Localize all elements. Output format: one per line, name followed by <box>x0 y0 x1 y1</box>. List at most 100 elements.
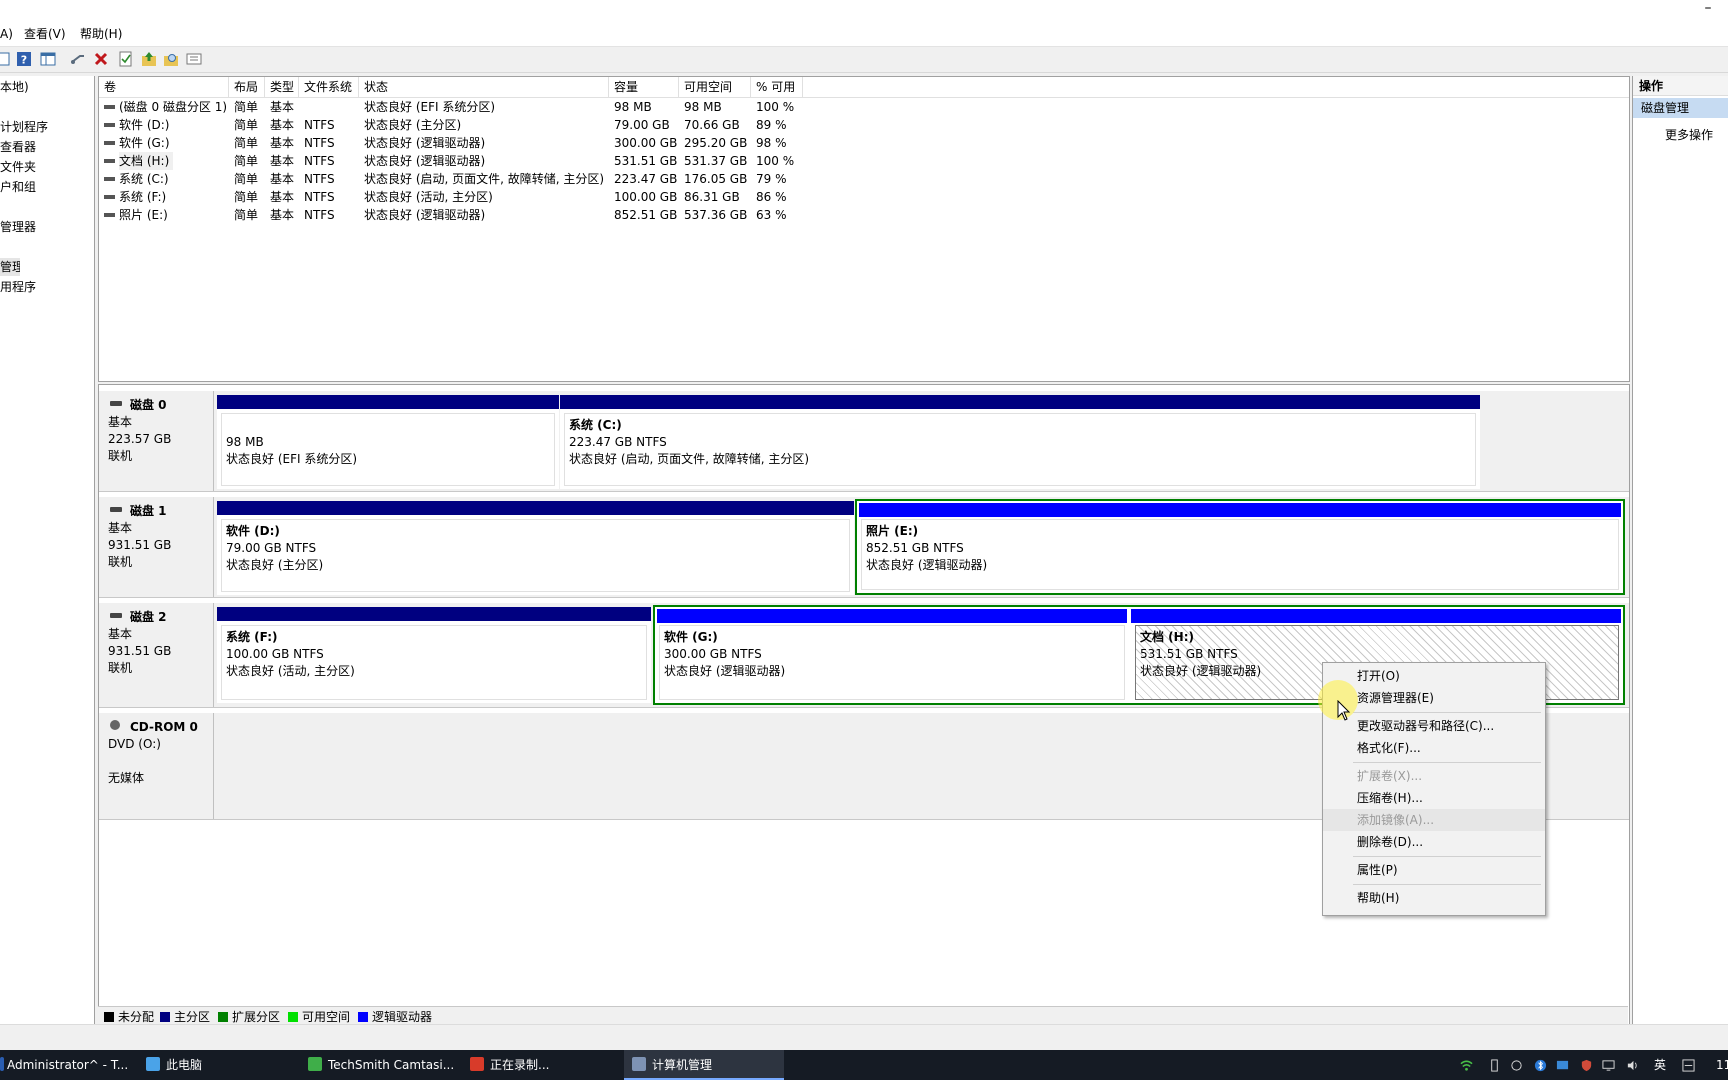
volume-cell: 70.66 GB <box>684 118 740 132</box>
col-filesystem[interactable]: 文件系统 <box>299 77 359 97</box>
tree-item-services[interactable]: 用程序 <box>0 278 36 296</box>
help-icon[interactable]: ? <box>16 51 32 67</box>
disk-0-label[interactable]: 磁盘 0 基本 223.57 GB 联机 <box>99 391 214 491</box>
col-capacity[interactable]: 容量 <box>609 77 679 97</box>
tree-item-disk-management[interactable]: 管理 <box>0 258 20 276</box>
volume-cell: 简单 <box>234 208 259 222</box>
taskbar: Administrator^ - T... 此电脑 TechSmith Camt… <box>0 1050 1728 1080</box>
volume-cell: NTFS <box>304 136 335 150</box>
ctx-delete-volume[interactable]: 删除卷(D)... <box>1323 831 1545 853</box>
disk-1-d-partition[interactable]: 软件 (D:) 79.00 GB NTFS 状态良好 (主分区) <box>217 501 854 595</box>
volume-cell: 简单 <box>234 154 259 168</box>
disk-0-c-partition[interactable]: 系统 (C:) 223.47 GB NTFS 状态良好 (启动, 页面文件, 故… <box>560 395 1480 489</box>
volume-icon <box>104 141 115 145</box>
volume-cell: 100 % <box>756 154 795 168</box>
taskbar-item-camtasia[interactable]: TechSmith Camtasi... <box>308 1050 458 1080</box>
volume-row[interactable]: 照片 (E:) 简单 基本 NTFS 状态良好 (逻辑驱动器) 852.51 GB 537.… <box>99 206 1629 224</box>
disk-2-label[interactable]: 磁盘 2 基本 931.51 GB 联机 <box>99 603 214 707</box>
volume-icon <box>104 159 115 163</box>
ctx-properties[interactable]: 属性(P) <box>1323 859 1545 881</box>
pane-layout-icon[interactable] <box>40 51 56 67</box>
ctx-open[interactable]: 打开(O) <box>1323 665 1545 687</box>
network-icon[interactable] <box>1510 1059 1523 1072</box>
ctx-separator <box>1353 884 1541 885</box>
actions-pane: 操作 磁盘管理 更多操作 <box>1632 76 1728 1024</box>
ctx-help[interactable]: 帮助(H) <box>1323 887 1545 909</box>
wifi-icon[interactable] <box>1460 1059 1473 1072</box>
partition-size: 531.51 GB NTFS <box>1140 647 1238 661</box>
ctx-format[interactable]: 格式化(F)... <box>1323 737 1545 759</box>
disk-2-g-partition[interactable]: 软件 (G:) 300.00 GB NTFS 状态良好 (逻辑驱动器) <box>655 607 1129 703</box>
volume-row[interactable]: (磁盘 0 磁盘分区 1) 简单 基本 状态良好 (EFI 系统分区) 98 MB 98 … <box>99 98 1629 116</box>
search-folder-icon[interactable] <box>163 51 179 67</box>
volume-row[interactable]: 软件 (D:) 简单 基本 NTFS 状态良好 (主分区) 79.00 GB 70.66 G… <box>99 116 1629 134</box>
volume-cell: 状态良好 (主分区) <box>364 118 462 132</box>
disk-2-name: 磁盘 2 <box>130 610 167 624</box>
disk-0-efi-partition[interactable]: 98 MB 状态良好 (EFI 系统分区) <box>217 395 559 489</box>
menu-view[interactable]: 查看(V) <box>24 26 66 42</box>
disk-2-type: 基本 <box>108 627 133 641</box>
actions-more[interactable]: 更多操作 <box>1665 126 1713 144</box>
tree-item-task-scheduler[interactable]: 计划程序 <box>0 118 48 136</box>
up-folder-icon[interactable] <box>141 51 157 67</box>
disk-0-size: 223.57 GB <box>108 432 172 446</box>
volume-cell: 基本 <box>270 136 295 150</box>
computer-icon <box>146 1057 160 1071</box>
display-icon[interactable] <box>1602 1059 1615 1072</box>
taskbar-item-terminal[interactable]: Administrator^ - T... <box>0 1050 134 1080</box>
minimize-button[interactable]: – <box>1698 0 1718 20</box>
shield-icon[interactable] <box>1580 1059 1593 1072</box>
tree-item-event-viewer[interactable]: 查看器 <box>0 138 36 156</box>
taskbar-item-this-pc[interactable]: 此电脑 <box>146 1050 296 1080</box>
col-status[interactable]: 状态 <box>359 77 609 97</box>
legend-label: 未分配 <box>118 1010 155 1024</box>
connect-icon[interactable] <box>70 51 86 67</box>
menu-help[interactable]: 帮助(H) <box>80 26 122 42</box>
check-icon[interactable] <box>118 51 134 67</box>
cdrom-label[interactable]: CD-ROM 0 DVD (O:) 无媒体 <box>99 713 214 819</box>
bluetooth-icon[interactable] <box>1534 1059 1547 1072</box>
svg-text:?: ? <box>21 54 27 67</box>
usb-icon[interactable] <box>1488 1059 1501 1072</box>
volume-row[interactable]: 系统 (C:) 简单 基本 NTFS 状态良好 (启动, 页面文件, 故障转储, 主分区… <box>99 170 1629 188</box>
volume-cell: 状态良好 (逻辑驱动器) <box>364 208 486 222</box>
tree-item-shared-folders[interactable]: 文件夹 <box>0 158 36 176</box>
col-type[interactable]: 类型 <box>265 77 299 97</box>
ctx-shrink-volume[interactable]: 压缩卷(H)... <box>1323 787 1545 809</box>
ctx-add-mirror: 添加镜像(A)... <box>1323 809 1545 831</box>
disk-icon <box>110 613 122 618</box>
partition-size: 98 MB <box>226 435 264 449</box>
toolbar: ? <box>0 47 1728 73</box>
disk-2-f-partition[interactable]: 系统 (F:) 100.00 GB NTFS 状态良好 (活动, 主分区) <box>217 607 651 703</box>
menu-action[interactable]: A) <box>0 26 13 42</box>
volume-cell: 300.00 GB <box>614 136 678 150</box>
disk-1-label[interactable]: 磁盘 1 基本 931.51 GB 联机 <box>99 497 214 597</box>
taskbar-label: 此电脑 <box>166 1058 203 1072</box>
volume-cell: 照片 (E:) <box>119 208 168 222</box>
volume-icon[interactable] <box>1626 1059 1639 1072</box>
col-volume[interactable]: 卷 <box>99 77 229 97</box>
ime-indicator[interactable]: 英 <box>1654 1050 1672 1080</box>
partition-status: 状态良好 (逻辑驱动器) <box>664 664 786 678</box>
col-percent-free[interactable]: % 可用 <box>751 77 803 97</box>
taskbar-item-recording[interactable]: 正在录制... <box>470 1050 620 1080</box>
properties-icon[interactable] <box>186 51 202 67</box>
tree-item-local-users[interactable]: 户和组 <box>0 178 36 196</box>
taskbar-item-computer-management[interactable]: 计算机管理 <box>624 1050 784 1080</box>
delete-icon[interactable] <box>93 51 109 67</box>
col-layout[interactable]: 布局 <box>229 77 265 97</box>
actions-disk-management[interactable]: 磁盘管理 <box>1633 98 1728 118</box>
volume-cell: 295.20 GB <box>684 136 748 150</box>
clock[interactable]: 11 <box>1716 1050 1728 1080</box>
ctx-change-drive-letter[interactable]: 更改驱动器号和路径(C)... <box>1323 715 1545 737</box>
tree-item-root[interactable]: 本地) <box>0 78 29 96</box>
col-free-space[interactable]: 可用空间 <box>679 77 751 97</box>
input-method-icon[interactable] <box>1682 1059 1695 1072</box>
monitor-icon[interactable] <box>1556 1059 1569 1072</box>
volume-row[interactable]: 软件 (G:) 简单 基本 NTFS 状态良好 (逻辑驱动器) 300.00 GB 295.… <box>99 134 1629 152</box>
tree-item-device-manager[interactable]: 管理器 <box>0 218 36 236</box>
volume-row[interactable]: 系统 (F:) 简单 基本 NTFS 状态良好 (活动, 主分区) 100.00 GB 86… <box>99 188 1629 206</box>
disk-1-e-partition[interactable]: 照片 (E:) 852.51 GB NTFS 状态良好 (逻辑驱动器) <box>855 499 1625 595</box>
show-hide-tree-icon[interactable] <box>0 51 10 67</box>
volume-row[interactable]: 文档 (H:) 简单 基本 NTFS 状态良好 (逻辑驱动器) 531.51 GB 531.… <box>99 152 1629 170</box>
